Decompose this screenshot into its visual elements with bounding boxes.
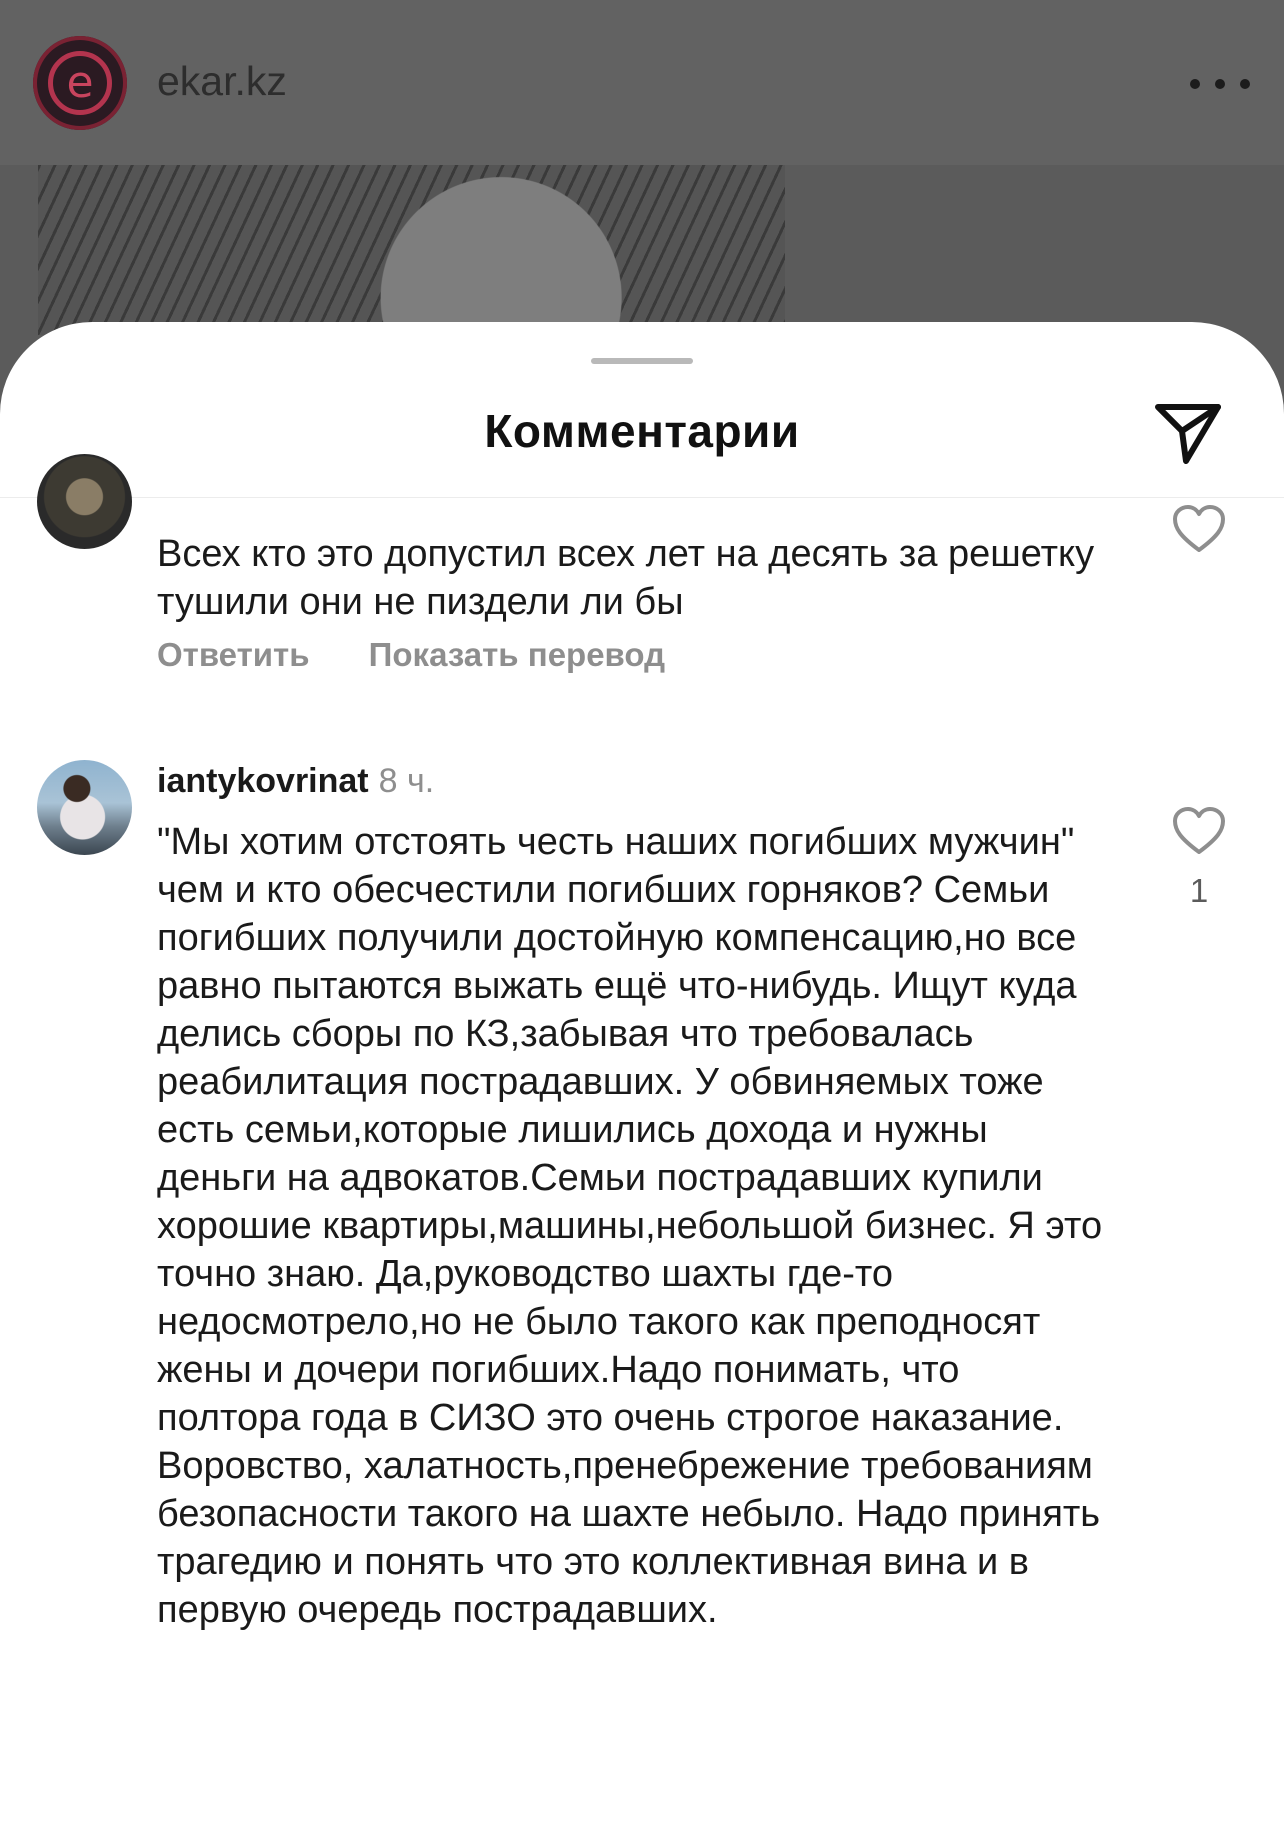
post-avatar[interactable]: e	[33, 36, 127, 130]
show-translation-button[interactable]: Показать перевод	[369, 636, 665, 673]
post-header: e ekar.kz	[0, 0, 1284, 165]
avatar[interactable]	[37, 454, 132, 549]
comment-username[interactable]: iantykovrinat	[157, 762, 369, 800]
post-username[interactable]: ekar.kz	[157, 58, 287, 105]
comment-item: Всех кто это допустил всех лет на десять…	[0, 454, 1284, 702]
comment-item: iantykovrinat 8 ч. "Мы хотим отстоять чес…	[0, 760, 1284, 1837]
sheet-title: Комментарии	[484, 405, 800, 457]
avatar[interactable]	[37, 760, 132, 855]
comment-text: "Мы хотим отстоять честь наших погибших …	[157, 821, 1103, 1631]
post-image	[38, 165, 785, 335]
comment-text: Всех кто это допустил всех лет на десять…	[157, 533, 1095, 623]
sheet-divider	[0, 497, 1284, 498]
comment-meta: iantykovrinat 8 ч.	[157, 762, 434, 801]
comment-timestamp: 8 ч.	[378, 762, 435, 800]
comments-sheet: Комментарии Всех кто это допустил всех л…	[0, 322, 1284, 1837]
ekar-logo-icon: e	[48, 51, 112, 115]
comment-actions: Ответить Показать перевод	[157, 636, 715, 674]
heart-outline-icon[interactable]	[1172, 504, 1226, 554]
more-horizontal-icon[interactable]	[1190, 68, 1250, 100]
heart-outline-icon[interactable]	[1172, 806, 1226, 856]
post-background	[785, 165, 1284, 335]
sheet-grabber[interactable]	[591, 358, 693, 364]
send-paper-plane-icon[interactable]	[1152, 397, 1224, 467]
like-count: 1	[1189, 872, 1209, 909]
reply-button[interactable]: Ответить	[157, 636, 310, 673]
